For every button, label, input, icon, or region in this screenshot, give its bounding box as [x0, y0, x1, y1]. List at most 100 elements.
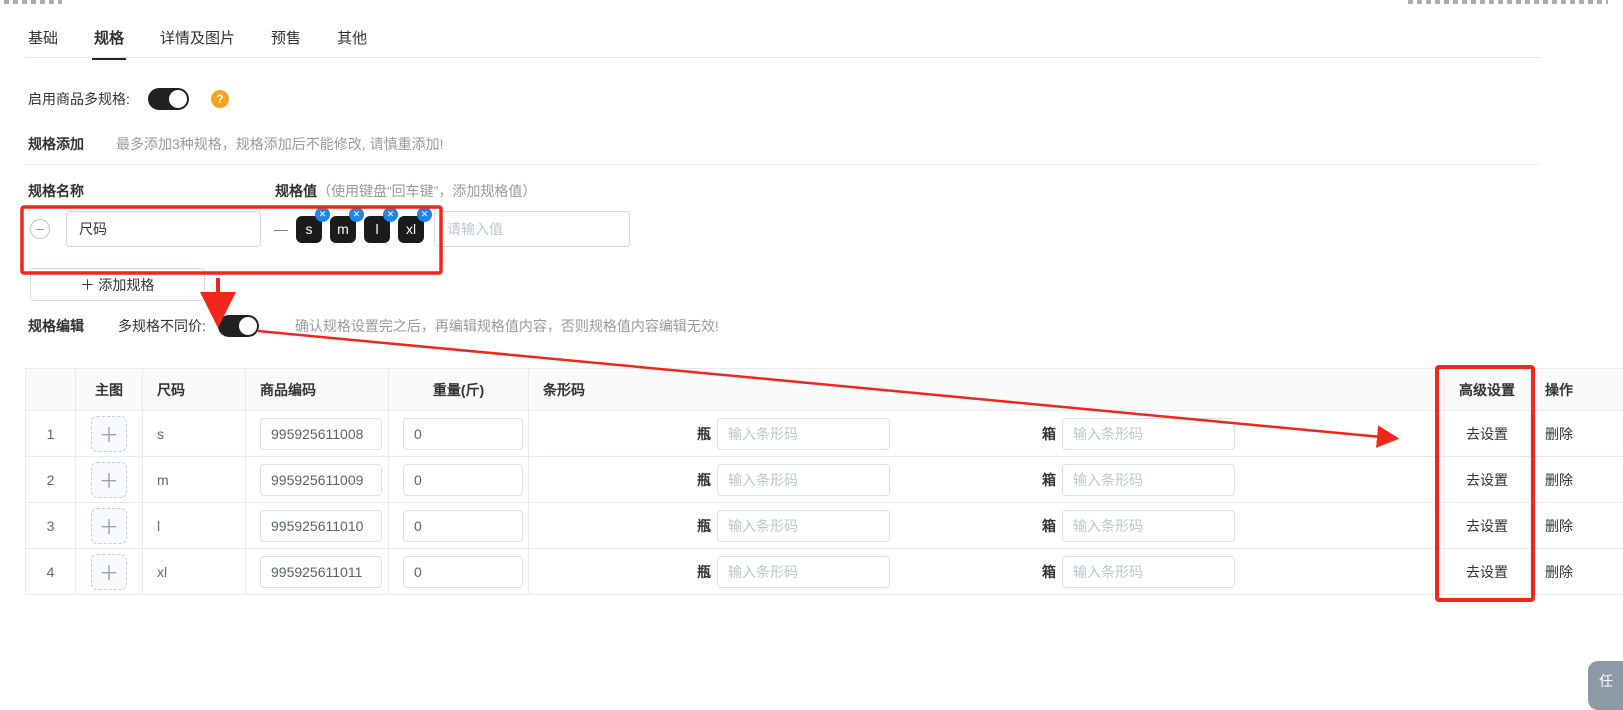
spec-edit-title: 规格编辑	[28, 316, 84, 336]
go-settings-button[interactable]: 去设置	[1466, 424, 1508, 444]
product-code-input[interactable]	[260, 510, 382, 542]
spec-tag-l: l✕	[364, 216, 390, 243]
enable-multispec-toggle[interactable]	[148, 88, 189, 110]
weight-input[interactable]	[403, 464, 523, 496]
bottle-barcode-input[interactable]	[717, 556, 890, 588]
delete-button[interactable]: 删除	[1545, 562, 1573, 582]
tag-close-icon[interactable]: ✕	[383, 207, 398, 222]
go-settings-button[interactable]: 去设置	[1466, 562, 1508, 582]
tag-close-icon[interactable]: ✕	[315, 207, 330, 222]
product-code-input[interactable]	[260, 556, 382, 588]
row-index: 2	[26, 457, 76, 502]
enable-multispec-row: 启用商品多规格: ?	[28, 88, 229, 110]
tag-close-icon[interactable]: ✕	[417, 207, 432, 222]
header-size: 尺码	[143, 369, 246, 410]
advanced-cell: 去设置	[1444, 503, 1531, 548]
bottle-barcode-input[interactable]	[717, 464, 890, 496]
go-settings-button[interactable]: 去设置	[1466, 470, 1508, 490]
size-cell: l	[143, 503, 246, 548]
tab-basic[interactable]: 基础	[28, 27, 58, 60]
row-index: 3	[26, 503, 76, 548]
upload-image-button[interactable]: ＋	[91, 462, 127, 498]
header-product-code: 商品编码	[246, 369, 389, 410]
upload-image-button[interactable]: ＋	[91, 554, 127, 590]
go-settings-button[interactable]: 去设置	[1466, 516, 1508, 536]
diff-price-label: 多规格不同价:	[118, 316, 206, 336]
spec-edit-row: 规格编辑 多规格不同价: 确认规格设置完之后，再编辑规格值内容，否则规格值内容编…	[28, 315, 719, 337]
box-barcode-group: 箱	[1042, 510, 1235, 542]
tab-presale[interactable]: 预售	[271, 27, 301, 60]
plus-icon: ＋	[99, 557, 119, 586]
clipped-header-text-left	[4, 0, 62, 4]
spec-name-label: 规格名称	[28, 183, 84, 199]
spec-tag-text: xl	[406, 221, 416, 237]
remove-spec-button[interactable]: −	[30, 219, 50, 239]
code-cell	[246, 411, 389, 456]
box-label: 箱	[1042, 470, 1056, 490]
barcode-cell: 瓶 箱	[529, 549, 1444, 594]
diff-price-toggle[interactable]	[218, 315, 259, 337]
tab-detail-images[interactable]: 详情及图片	[160, 27, 235, 60]
spec-name-input[interactable]	[66, 211, 261, 247]
weight-input[interactable]	[403, 418, 523, 450]
bottle-barcode-group: 瓶	[697, 418, 890, 450]
size-cell: xl	[143, 549, 246, 594]
box-barcode-group: 箱	[1042, 464, 1235, 496]
spec-labels-row: 规格名称 规格值（使用键盘“回车键”，添加规格值）	[28, 181, 84, 201]
advanced-cell: 去设置	[1444, 457, 1531, 502]
spec-tag-s: s✕	[296, 216, 322, 243]
weight-input[interactable]	[403, 556, 523, 588]
weight-cell	[389, 457, 529, 502]
spec-tag-text: s	[306, 221, 313, 237]
bottle-barcode-input[interactable]	[717, 510, 890, 542]
delete-button[interactable]: 删除	[1545, 516, 1573, 536]
box-barcode-input[interactable]	[1062, 464, 1235, 496]
floating-task-badge[interactable]: 任	[1588, 661, 1623, 710]
box-barcode-group: 箱	[1042, 556, 1235, 588]
header-weight: 重量(斤)	[389, 369, 529, 410]
barcode-cell: 瓶 箱	[529, 411, 1444, 456]
enable-multispec-label: 启用商品多规格:	[28, 89, 130, 109]
bottle-label: 瓶	[697, 562, 711, 582]
tab-spec[interactable]: 规格	[94, 27, 124, 60]
product-spec-page: 基础 规格 详情及图片 预售 其他 启用商品多规格: ? 规格添加 最多添加3种…	[0, 0, 1623, 698]
weight-input[interactable]	[403, 510, 523, 542]
box-label: 箱	[1042, 424, 1056, 444]
help-question-icon[interactable]: ?	[211, 90, 229, 108]
header-index	[26, 369, 76, 410]
bottle-barcode-group: 瓶	[697, 510, 890, 542]
advanced-cell: 去设置	[1444, 549, 1531, 594]
upload-image-button[interactable]: ＋	[91, 508, 127, 544]
box-barcode-input[interactable]	[1062, 510, 1235, 542]
barcode-cell: 瓶 箱	[529, 457, 1444, 502]
section-divider	[25, 164, 1540, 165]
bottle-barcode-input[interactable]	[717, 418, 890, 450]
tab-other[interactable]: 其他	[337, 27, 367, 60]
bottle-barcode-group: 瓶	[697, 556, 890, 588]
plus-icon: ＋	[99, 511, 119, 540]
upload-image-button[interactable]: ＋	[91, 416, 127, 452]
box-label: 箱	[1042, 516, 1056, 536]
add-spec-button[interactable]: ＋ 添加规格	[30, 268, 205, 301]
barcode-cell: 瓶 箱	[529, 503, 1444, 548]
box-barcode-input[interactable]	[1062, 418, 1235, 450]
code-cell	[246, 503, 389, 548]
spec-value-tags: s✕ m✕ l✕ xl✕	[296, 216, 424, 243]
product-code-input[interactable]	[260, 464, 382, 496]
bottle-barcode-group: 瓶	[697, 464, 890, 496]
delete-button[interactable]: 删除	[1545, 424, 1573, 444]
main-image-cell: ＋	[76, 549, 143, 594]
spec-tag-text: l	[375, 221, 378, 237]
plus-icon: ＋	[99, 465, 119, 494]
delete-button[interactable]: 删除	[1545, 470, 1573, 490]
tag-close-icon[interactable]: ✕	[349, 207, 364, 222]
box-barcode-input[interactable]	[1062, 556, 1235, 588]
spec-value-input[interactable]	[434, 211, 630, 247]
spec-add-title: 规格添加	[28, 134, 84, 154]
product-code-input[interactable]	[260, 418, 382, 450]
weight-cell	[389, 503, 529, 548]
table-row: 2 ＋ m 瓶 箱 去设置 删除	[26, 457, 1623, 503]
sku-table: 主图 尺码 商品编码 重量(斤) 条形码 高级设置 操作 1 ＋ s 瓶 箱 去…	[25, 368, 1623, 595]
spec-value-label: 规格值（使用键盘“回车键”，添加规格值）	[275, 181, 875, 201]
clipped-header-text-right	[1408, 0, 1608, 4]
